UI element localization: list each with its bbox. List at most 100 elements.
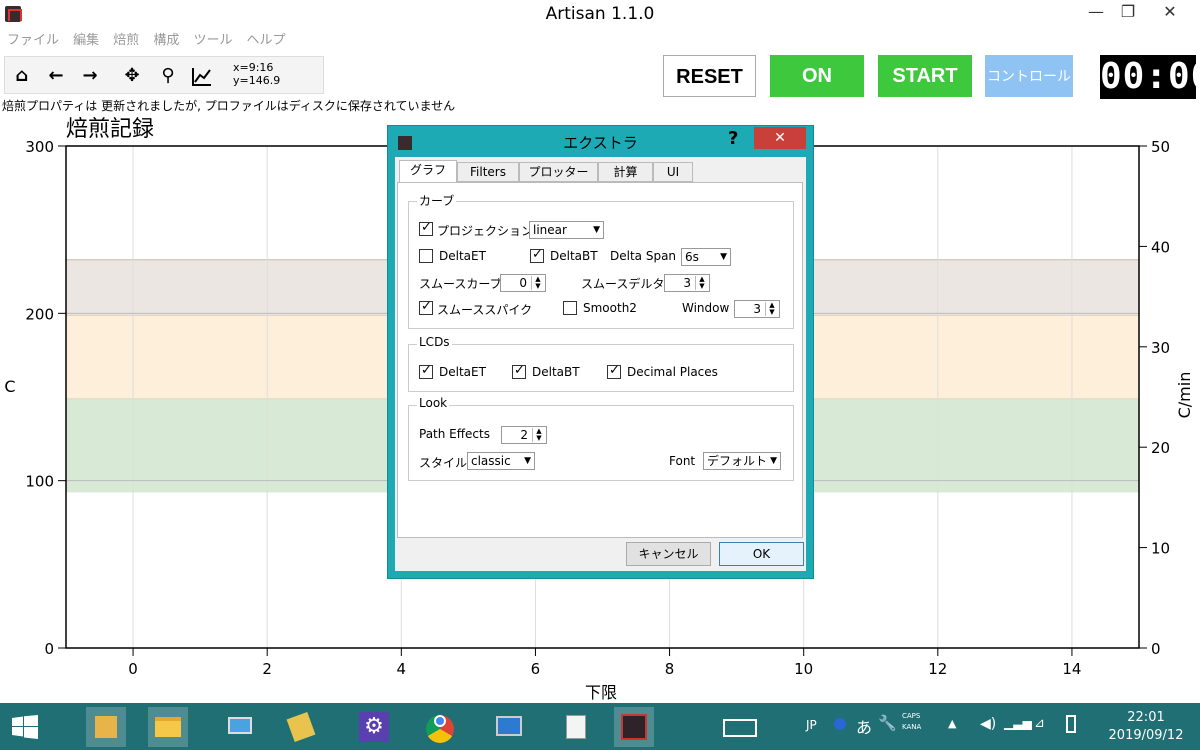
menu-config[interactable]: 構成 <box>153 29 179 48</box>
delta-span-select[interactable]: 6s ▼ <box>681 248 731 266</box>
smooth2-checkbox[interactable] <box>563 301 577 315</box>
tab-ui[interactable]: UI <box>653 162 693 182</box>
windows-start-icon[interactable] <box>12 715 38 739</box>
spinner-arrows-icon[interactable]: ▲ ▼ <box>765 302 778 316</box>
extras-dialog: エクストラ ? ✕ グラフ Filters プロッター 計算 UI カーブ プロ… <box>387 125 814 579</box>
zoom-icon[interactable]: ⚲ <box>157 65 179 87</box>
tab-graph[interactable]: グラフ <box>399 160 457 183</box>
tab-filters[interactable]: Filters <box>457 162 519 182</box>
taskbar: ⚙ JP あ 🔧 CAPS KANA ▲ ◀) ▁▃▅ ⊿ 22:01 2019/… <box>0 703 1200 750</box>
smooth-delta-spinner[interactable]: 3 ▲ ▼ <box>664 274 710 292</box>
ime-mode[interactable]: あ <box>856 714 872 738</box>
ime-status-icon[interactable] <box>834 718 846 730</box>
pan-icon[interactable]: ✥ <box>121 65 143 87</box>
lcd-deltaet-checkbox[interactable] <box>419 363 433 379</box>
caps-kana-indicator: CAPS KANA <box>902 711 921 733</box>
spinner-arrows-icon[interactable]: ▲ ▼ <box>531 276 544 290</box>
minimize-button[interactable]: — <box>1080 0 1112 26</box>
tab-calc[interactable]: 計算 <box>598 162 653 182</box>
menu-roast[interactable]: 焙煎 <box>113 29 139 48</box>
path-effects-label: Path Effects <box>419 427 490 441</box>
smooth-spike-label: スムーススパイク <box>437 303 533 317</box>
curves-group: カーブ プロジェクション linear ▼ DeltaET DeltaBT Del… <box>408 192 794 329</box>
nav-toolbar: ⌂ ← → ✥ ⚲ x=9:16 y=146.9 <box>4 56 324 94</box>
on-button[interactable]: ON <box>770 55 864 97</box>
close-button[interactable]: ✕ <box>1146 0 1194 26</box>
projection-checkbox[interactable] <box>419 220 433 236</box>
font-select[interactable]: デフォルト ▼ <box>703 452 781 470</box>
font-value: デフォルト <box>707 454 768 468</box>
ime-tool-icon[interactable]: 🔧 <box>878 714 897 732</box>
home-icon[interactable]: ⌂ <box>11 65 33 87</box>
smooth-spike-checkbox[interactable] <box>419 299 433 315</box>
deltaet-label: DeltaET <box>439 249 486 263</box>
control-panel-icon[interactable] <box>86 707 126 747</box>
keyboard-icon[interactable] <box>720 707 760 747</box>
settings-icon[interactable]: ⚙ <box>354 707 394 747</box>
maximize-button[interactable]: ❐ <box>1112 0 1144 26</box>
reset-button[interactable]: RESET <box>663 55 756 97</box>
battery-icon[interactable] <box>1066 715 1076 733</box>
forward-arrow-icon[interactable]: → <box>79 65 101 87</box>
dialog-title: エクストラ <box>563 134 638 152</box>
file-explorer-icon[interactable] <box>148 707 188 747</box>
chevron-down-icon: ▼ <box>770 456 777 466</box>
volume-icon[interactable]: ◀) <box>980 716 996 732</box>
y-tick-label: 100 <box>25 473 54 491</box>
x-tick-label: 14 <box>1062 660 1081 678</box>
control-button[interactable]: コントロール <box>985 55 1073 97</box>
back-arrow-icon[interactable]: ← <box>45 65 67 87</box>
taskbar-clock[interactable]: 22:01 2019/09/12 <box>1093 709 1199 745</box>
menu-file[interactable]: ファイル <box>7 29 59 48</box>
look-group: Look Path Effects 2 ▲ ▼ スタイル classic ▼ Font… <box>408 396 794 481</box>
x-tick-label: 10 <box>794 660 813 678</box>
show-hidden-icons-icon[interactable]: ▲ <box>948 717 956 730</box>
cancel-button[interactable]: キャンセル <box>626 542 711 566</box>
cursor-coordinates: x=9:16 y=146.9 <box>233 61 281 87</box>
lcds-group-label: LCDs <box>417 335 452 349</box>
x-axis-label: 下限 <box>585 683 617 702</box>
remote-desktop-icon[interactable] <box>490 707 530 747</box>
notepad-icon[interactable] <box>282 707 322 747</box>
signal-icon[interactable]: ▁▃▅ <box>1004 716 1032 730</box>
help-button[interactable]: ? <box>728 128 738 149</box>
y2-tick-label: 40 <box>1151 238 1170 256</box>
tab-plotter[interactable]: プロッター <box>519 162 598 182</box>
decimal-places-checkbox[interactable] <box>607 363 621 379</box>
x-tick-label: 0 <box>128 660 138 678</box>
menu-tools[interactable]: ツール <box>193 29 232 48</box>
title-bar: Artisan 1.1.0 — ❐ ✕ <box>0 0 1200 28</box>
window-spinner[interactable]: 3 ▲ ▼ <box>734 300 780 318</box>
artisan-taskbar-icon[interactable] <box>614 707 654 747</box>
y-tick-label: 0 <box>44 640 54 658</box>
menu-bar: ファイル 編集 焙煎 構成 ツール ヘルプ <box>0 29 1200 49</box>
graph-tab-panel: カーブ プロジェクション linear ▼ DeltaET DeltaBT Del… <box>397 182 803 538</box>
style-select[interactable]: classic ▼ <box>467 452 535 470</box>
this-pc-icon[interactable] <box>220 707 260 747</box>
dialog-close-button[interactable]: ✕ <box>754 127 806 149</box>
spinner-arrows-icon[interactable]: ▲ ▼ <box>532 428 545 442</box>
edit-notes-icon[interactable] <box>556 707 596 747</box>
deltabt-checkbox[interactable] <box>530 247 544 263</box>
deltaet-checkbox[interactable] <box>419 249 433 263</box>
style-label: スタイル <box>419 456 468 470</box>
path-effects-spinner[interactable]: 2 ▲ ▼ <box>501 426 547 444</box>
start-button[interactable]: START <box>878 55 972 97</box>
y2-axis-ticks: 0 10 20 30 40 50 <box>1139 138 1170 658</box>
chrome-icon[interactable] <box>420 707 460 747</box>
ok-button[interactable]: OK <box>719 542 804 566</box>
smooth-curve-spinner[interactable]: 0 ▲ ▼ <box>500 274 546 292</box>
dialog-body: グラフ Filters プロッター 計算 UI カーブ プロジェクション lin… <box>395 157 806 571</box>
lcd-deltabt-checkbox[interactable] <box>512 363 526 379</box>
menu-edit[interactable]: 編集 <box>73 29 99 48</box>
menu-help[interactable]: ヘルプ <box>247 29 286 48</box>
network-icon[interactable]: ⊿ <box>1034 716 1045 731</box>
chevron-down-icon: ▼ <box>524 456 531 466</box>
y-tick-label: 200 <box>25 305 54 323</box>
kana-indicator: KANA <box>902 723 922 731</box>
projection-select[interactable]: linear ▼ <box>529 221 604 239</box>
x-tick-label: 8 <box>665 660 675 678</box>
ime-language[interactable]: JP <box>806 718 817 732</box>
chart-icon[interactable] <box>191 65 213 87</box>
spinner-arrows-icon[interactable]: ▲ ▼ <box>695 276 708 290</box>
